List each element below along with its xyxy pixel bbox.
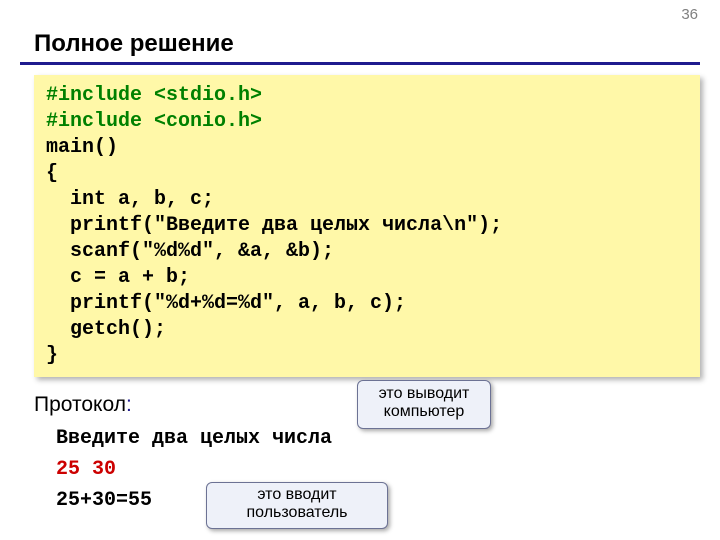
protocol-colon: : (126, 393, 132, 416)
title-divider (20, 62, 700, 65)
code-line-3: main() (46, 136, 118, 159)
callout-bottom-line1: это вводит (217, 486, 377, 504)
callout-bottom-line2: пользователь (217, 504, 377, 522)
code-line-5: int a, b, c; (46, 188, 214, 211)
page-number: 36 (681, 6, 698, 23)
code-block: #include <stdio.h> #include <conio.h> ma… (34, 75, 700, 377)
callout-user-input: это вводит пользователь (206, 482, 388, 529)
callout-computer-output: это выводит компьютер (357, 380, 491, 429)
code-line-9: printf("%d+%d=%d", a, b, c); (46, 292, 406, 315)
protocol-line-3: 25+30=55 (56, 485, 720, 516)
protocol-line-2: 25 30 (56, 454, 720, 485)
code-line-1b: <stdio.h> (154, 84, 262, 107)
callout-top-line2: компьютер (372, 403, 476, 421)
callout-top-line1: это выводит (372, 385, 476, 403)
code-line-10: getch(); (46, 318, 166, 341)
code-line-11: } (46, 344, 58, 367)
code-line-7: scanf("%d%d", &a, &b); (46, 240, 334, 263)
code-line-8: c = a + b; (46, 266, 190, 289)
code-line-4: { (46, 162, 58, 185)
code-line-6: printf("Введите два целых числа\n"); (46, 214, 502, 237)
slide-title: Полное решение (0, 0, 720, 62)
protocol-label-text: Протокол (34, 393, 126, 416)
code-line-2a: #include (46, 110, 154, 133)
code-line-2b: <conio.h> (154, 110, 262, 133)
code-line-1a: #include (46, 84, 154, 107)
